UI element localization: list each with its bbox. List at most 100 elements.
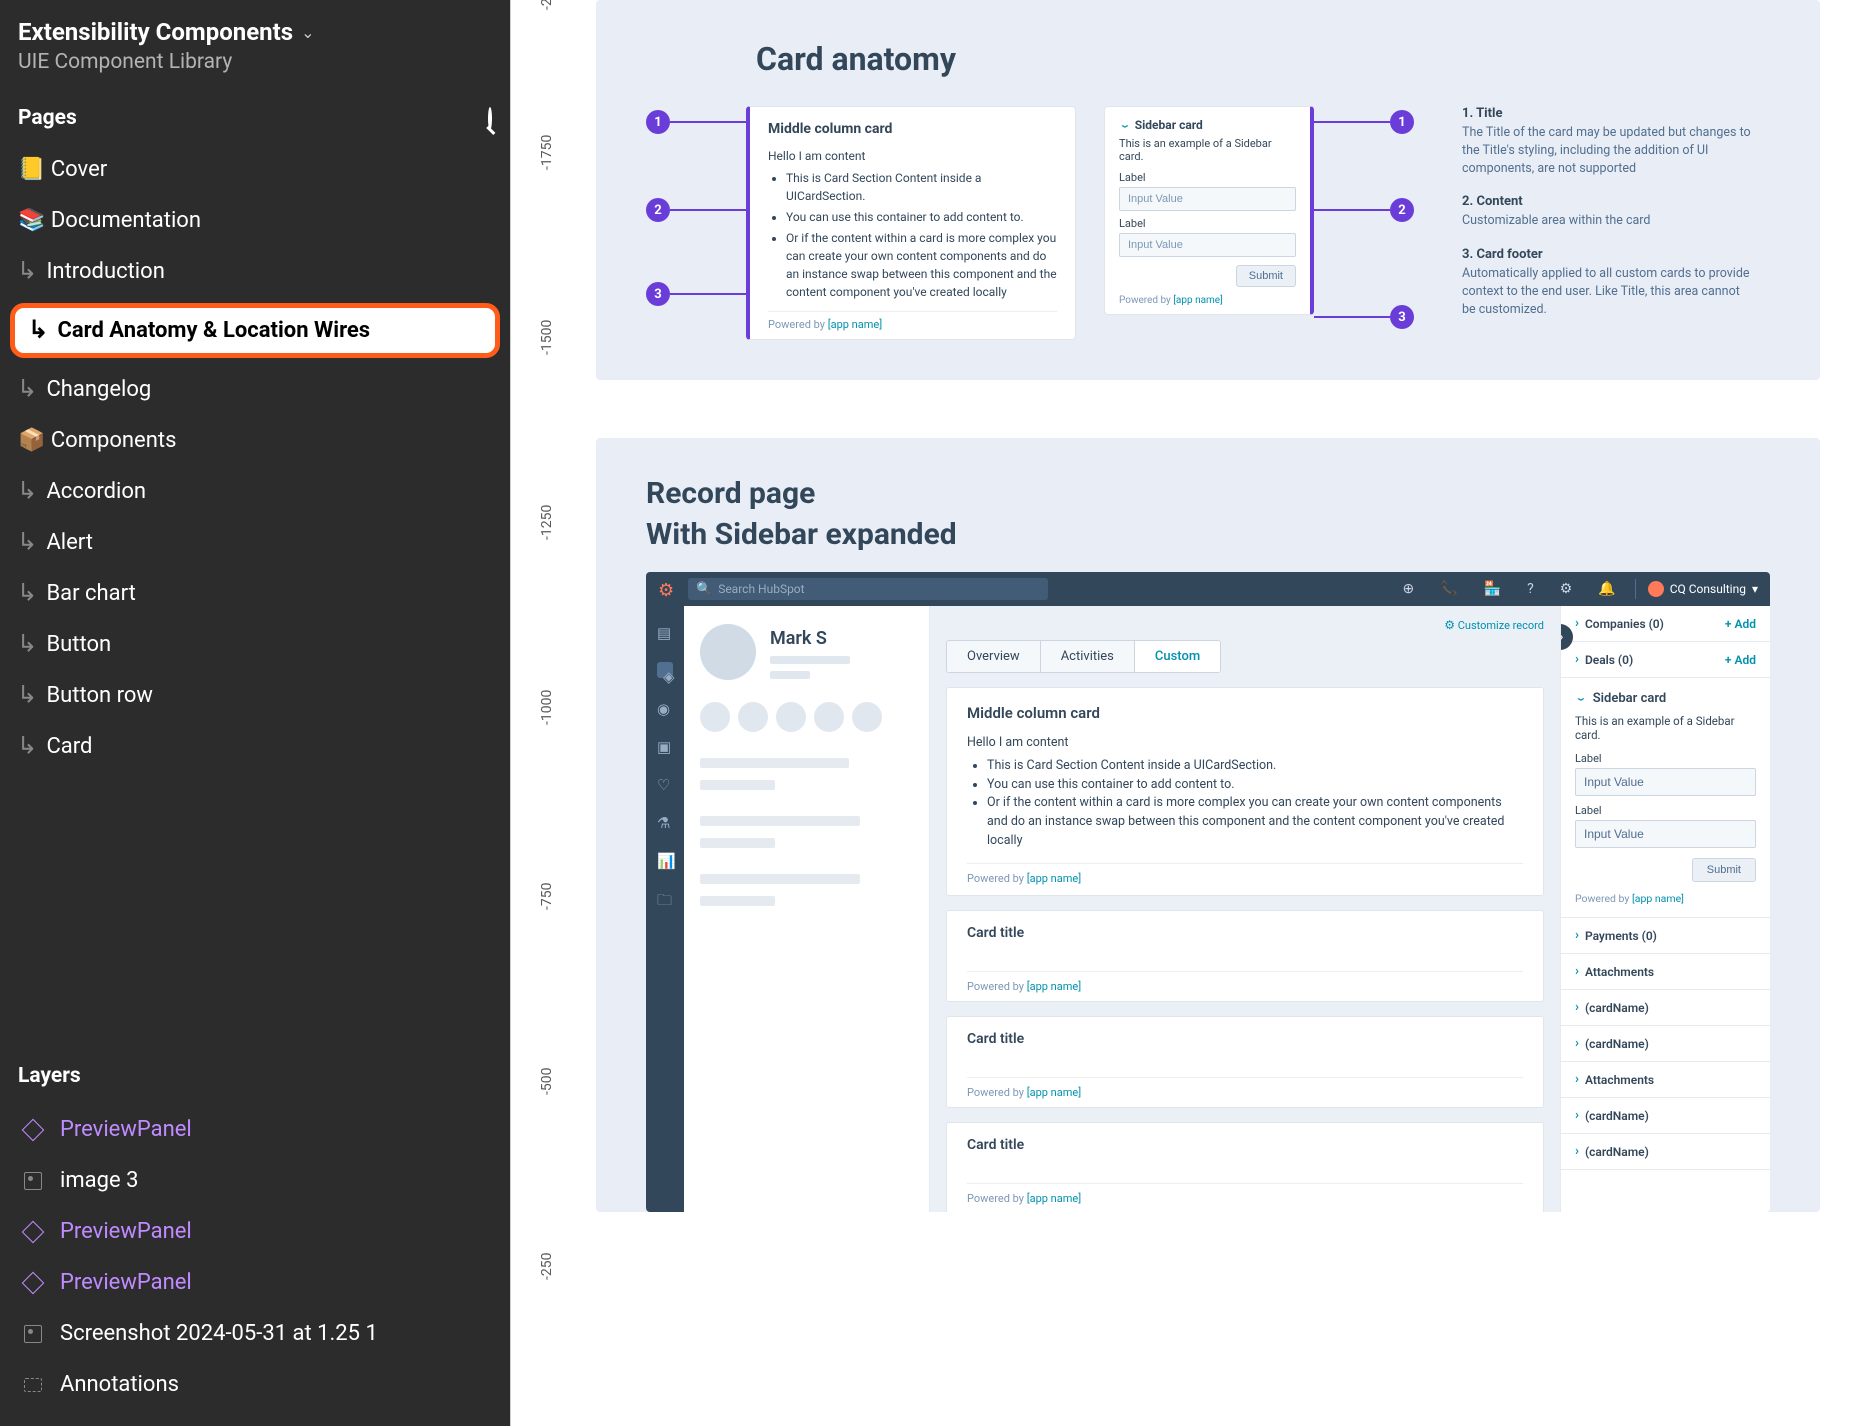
right-panel-row[interactable]: › Attachments: [1561, 954, 1770, 990]
card: Card titlePowered by [app name]: [946, 910, 1544, 1002]
action-button[interactable]: [814, 702, 844, 732]
indent-arrow-icon: ↳: [17, 580, 37, 608]
marketing-icon[interactable]: ◉: [657, 700, 673, 716]
chevron-down-icon[interactable]: ⌄: [1575, 693, 1587, 703]
page-item[interactable]: 📒 Cover: [0, 144, 510, 195]
layer-item[interactable]: PreviewPanel: [0, 1104, 510, 1155]
marketplace-icon[interactable]: 🏪: [1477, 581, 1508, 597]
component-icon: [22, 1221, 44, 1243]
text-input[interactable]: [1119, 187, 1296, 211]
crm-icon[interactable]: ◈: [657, 662, 673, 678]
page-item[interactable]: ↳Bar chart: [0, 568, 510, 619]
add-link[interactable]: + Add: [1725, 617, 1756, 631]
indent-arrow-icon: ↳: [17, 258, 37, 286]
card-footer: Powered by [app name]: [967, 971, 1523, 993]
chevron-down-icon: ⌄: [301, 23, 314, 42]
sales-icon[interactable]: ▣: [657, 738, 673, 754]
text-input[interactable]: [1575, 768, 1756, 796]
card: Card titlePowered by [app name]: [946, 1016, 1544, 1108]
search-bar[interactable]: 🔍 Search HubSpot: [688, 578, 1048, 600]
submit-button[interactable]: Submit: [1692, 858, 1756, 882]
card-footer: Powered by [app name]: [768, 311, 1057, 331]
page-item[interactable]: ↳Button row: [0, 670, 510, 721]
record-body: ▤ ◈ ◉ ▣ ♡ ⚗ 📊 🗀 Mark S: [646, 606, 1770, 1212]
layer-item[interactable]: image 3: [0, 1155, 510, 1206]
action-button[interactable]: [776, 702, 806, 732]
right-panel-row[interactable]: › (cardName): [1561, 1026, 1770, 1062]
text-input[interactable]: [1119, 233, 1296, 257]
hubspot-logo-icon[interactable]: ⚙: [658, 580, 676, 598]
page-item[interactable]: ↳Card Anatomy & Location Wires: [10, 303, 500, 358]
right-panel-row[interactable]: › (cardName): [1561, 1134, 1770, 1170]
indent-arrow-icon: ↳: [17, 529, 37, 557]
page-item[interactable]: 📦 Components: [0, 415, 510, 466]
canvas[interactable]: Card anatomy 1 2 3 Middle column card He…: [556, 0, 1850, 1426]
sidebar-card-anatomy: ⌄Sidebar card This is an example of a Si…: [1104, 106, 1414, 315]
image-icon: [22, 1323, 44, 1345]
customize-link[interactable]: ⚙ Customize record: [946, 618, 1544, 632]
anatomy-dot-2: 2: [1390, 198, 1414, 222]
pages-section: Pages 📒 Cover📚 Documentation↳Introductio…: [0, 84, 510, 1050]
layer-item[interactable]: PreviewPanel: [0, 1257, 510, 1308]
page-item[interactable]: ↳Button: [0, 619, 510, 670]
service-icon[interactable]: ♡: [657, 776, 673, 792]
right-panel-row[interactable]: › Payments (0): [1561, 918, 1770, 954]
sidebar-card-footer: Powered by [app name]: [1119, 287, 1296, 306]
middle-column-card: Middle column card Hello I am content Th…: [946, 687, 1544, 896]
tab-overview[interactable]: Overview: [947, 641, 1041, 672]
card: Card titlePowered by [app name]: [946, 1122, 1544, 1213]
file-title: Extensibility Components: [18, 18, 293, 46]
indent-arrow-icon: ↳: [17, 376, 37, 404]
add-link[interactable]: + Add: [1725, 653, 1756, 667]
action-button[interactable]: [700, 702, 730, 732]
layer-item[interactable]: PreviewPanel: [0, 1206, 510, 1257]
top-bar: ⚙ 🔍 Search HubSpot ⊕ 📞 🏪 ? ⚙ 🔔 CQ Consul…: [646, 572, 1770, 606]
frame-title: Card anatomy: [756, 40, 1770, 78]
phone-icon[interactable]: 📞: [1433, 581, 1464, 597]
sidebar-header: Extensibility Components ⌄ UIE Component…: [0, 0, 510, 84]
account-menu[interactable]: CQ Consulting ▾: [1648, 581, 1758, 597]
avatar-icon: [1648, 581, 1664, 597]
right-panel-row[interactable]: › Deals (0)+ Add: [1561, 642, 1770, 678]
right-panel-row[interactable]: › (cardName): [1561, 990, 1770, 1026]
page-item[interactable]: ↳Card: [0, 721, 510, 772]
page-item[interactable]: ↳Alert: [0, 517, 510, 568]
search-icon[interactable]: [488, 109, 492, 128]
sidebar-card: ⌄Sidebar card This is an example of a Si…: [1561, 678, 1770, 918]
tab-activities[interactable]: Activities: [1041, 641, 1135, 672]
bookmarks-icon[interactable]: ▤: [657, 624, 673, 640]
left-panel: Extensibility Components ⌄ UIE Component…: [0, 0, 510, 1426]
library-icon[interactable]: 🗀: [657, 890, 673, 906]
right-panel-row[interactable]: › (cardName): [1561, 1098, 1770, 1134]
chevron-right-icon: ›: [1575, 652, 1579, 667]
right-panel-row[interactable]: › Companies (0)+ Add: [1561, 606, 1770, 642]
page-label: Accordion: [46, 479, 146, 504]
reports-icon[interactable]: 📊: [657, 852, 673, 868]
page-item[interactable]: ↳Accordion: [0, 466, 510, 517]
card-body: Hello I am content This is Card Section …: [768, 147, 1057, 301]
help-icon[interactable]: ?: [1520, 581, 1541, 597]
automation-icon[interactable]: ⚗: [657, 814, 673, 830]
input-label: Label: [1119, 217, 1296, 230]
page-item[interactable]: 📚 Documentation: [0, 195, 510, 246]
action-button[interactable]: [738, 702, 768, 732]
anatomy-dot-1: 1: [646, 110, 670, 134]
right-panel-row[interactable]: › Attachments: [1561, 1062, 1770, 1098]
tools-icon[interactable]: ⊕: [1395, 581, 1421, 597]
action-button[interactable]: [852, 702, 882, 732]
submit-button[interactable]: Submit: [1236, 265, 1296, 287]
layer-item[interactable]: Screenshot 2024-05-31 at 1.25 1: [0, 1308, 510, 1359]
page-item[interactable]: ↳Introduction: [0, 246, 510, 297]
notifications-icon[interactable]: 🔔: [1591, 581, 1622, 597]
page-label: 📚 Documentation: [18, 208, 201, 233]
gear-icon: ⚙: [1444, 618, 1455, 632]
text-input[interactable]: [1575, 820, 1756, 848]
settings-icon[interactable]: ⚙: [1553, 581, 1580, 597]
frame-icon: [22, 1374, 44, 1396]
page-item[interactable]: ↳Changelog: [0, 364, 510, 415]
person-name: Mark S: [770, 628, 850, 649]
chevron-down-icon: ⌄: [1119, 120, 1131, 130]
layer-item[interactable]: Annotations: [0, 1359, 510, 1410]
tab-custom[interactable]: Custom: [1135, 641, 1220, 672]
file-title-row[interactable]: Extensibility Components ⌄: [18, 18, 492, 46]
